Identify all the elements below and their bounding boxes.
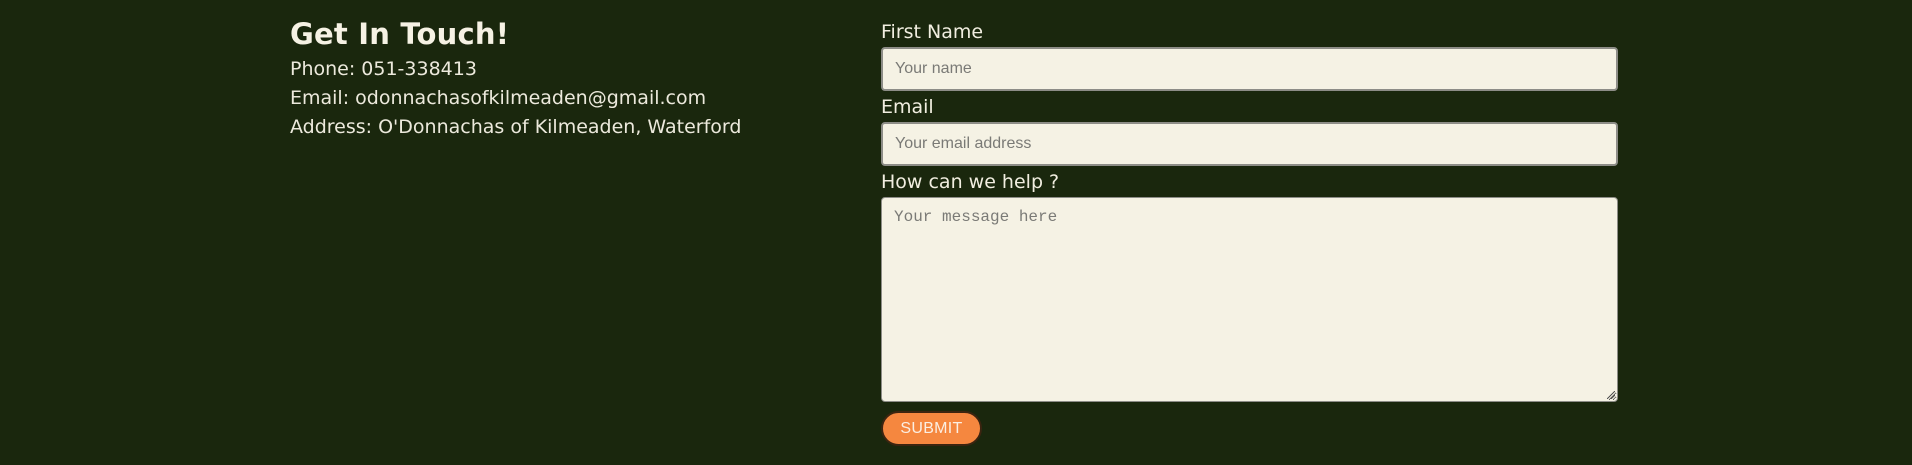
contact-address: Address: O'Donnachas of Kilmeaden, Water…: [290, 116, 742, 138]
first-name-input[interactable]: [881, 47, 1618, 91]
email-input[interactable]: [881, 122, 1618, 166]
message-wrapper: [881, 197, 1618, 402]
first-name-label: First Name: [881, 21, 984, 43]
contact-form: First Name Email How can we help ? SUBMI…: [881, 18, 1618, 446]
contact-phone: Phone: 051-338413: [290, 58, 477, 80]
contact-info-section: Get In Touch! Phone: 051-338413 Email: o…: [290, 14, 850, 142]
submit-button[interactable]: SUBMIT: [881, 411, 982, 446]
contact-email: Email: odonnachasofkilmeaden@gmail.com: [290, 87, 707, 109]
contact-heading: Get In Touch!: [290, 17, 510, 51]
message-label: How can we help ?: [881, 171, 1060, 193]
message-textarea[interactable]: [881, 197, 1618, 402]
email-label: Email: [881, 96, 934, 118]
